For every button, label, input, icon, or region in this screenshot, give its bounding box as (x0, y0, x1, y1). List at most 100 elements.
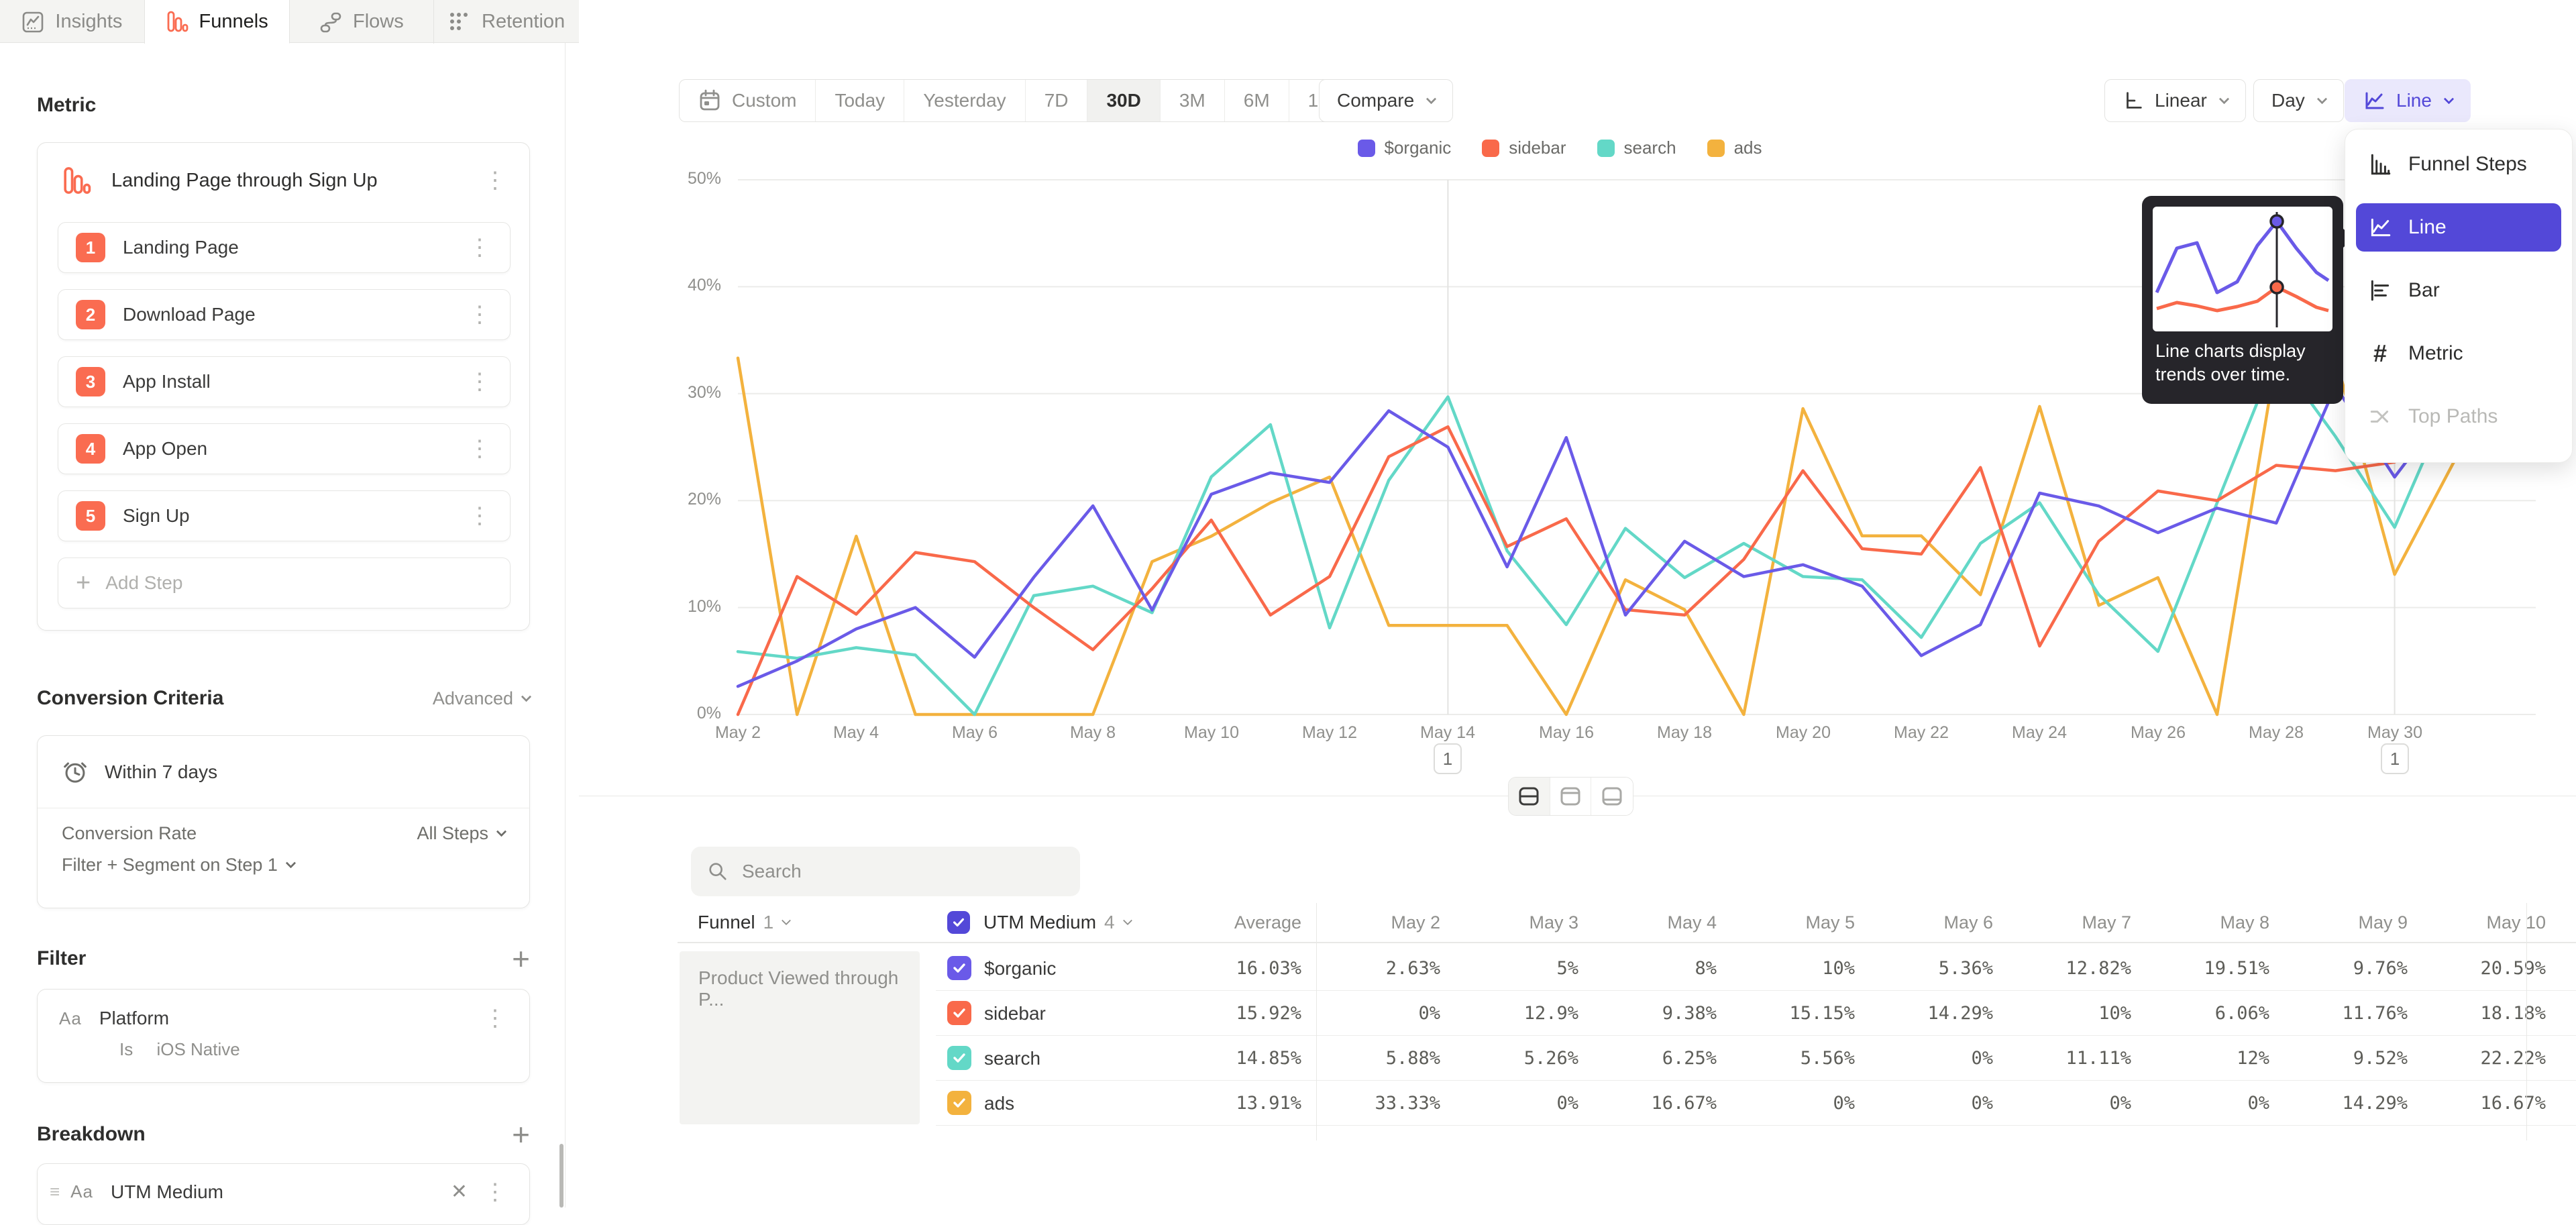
annotation-badge[interactable]: 1 (1434, 743, 1462, 774)
date-column-header[interactable]: May 2 (1302, 903, 1440, 942)
series-ads[interactable] (738, 358, 2454, 714)
funnel-column-header[interactable]: Funnel 1 (698, 903, 790, 942)
table-search[interactable] (691, 847, 1080, 896)
chart-only-view-button[interactable] (1550, 778, 1592, 815)
kebab-menu-icon[interactable]: ⋮ (464, 437, 495, 460)
advanced-dropdown[interactable]: Advanced (433, 688, 530, 709)
date-column-header[interactable]: May 5 (1717, 903, 1855, 942)
conversion-window-row[interactable]: Within 7 days (38, 736, 529, 808)
breakdown-property[interactable]: UTM Medium (111, 1181, 223, 1203)
granularity-dropdown[interactable]: Day (2253, 79, 2344, 122)
chevron-down-icon (2444, 93, 2455, 104)
filter-value[interactable]: iOS Native (156, 1039, 239, 1059)
view-layout-toggle (1508, 777, 1633, 816)
funnel-step[interactable]: 5 Sign Up ⋮ (58, 490, 511, 541)
add-step-button[interactable]: + Add Step (58, 557, 511, 608)
tab-label: Insights (55, 11, 122, 33)
chart-type-dropdown[interactable]: Line (2345, 79, 2471, 122)
funnel-step[interactable]: 4 App Open ⋮ (58, 423, 511, 474)
legend-item[interactable]: search (1597, 138, 1676, 158)
tab-retention[interactable]: Retention (434, 0, 579, 44)
sidebar-scrollbar[interactable] (559, 1144, 564, 1208)
table-row[interactable]: sidebar 15.92% 0%12.9%9.38%15.15%14.29%1… (936, 991, 2576, 1036)
range-option-today[interactable]: Today (816, 80, 904, 121)
cell-value: 5.26% (1440, 1036, 1578, 1081)
step-number-badge: 1 (76, 233, 105, 262)
date-column-header[interactable]: May 6 (1855, 903, 1993, 942)
tab-insights[interactable]: Insights (0, 0, 145, 44)
table-only-view-button[interactable] (1591, 778, 1633, 815)
range-option-3m[interactable]: 3M (1161, 80, 1225, 121)
kebab-menu-icon[interactable]: ⋮ (464, 370, 495, 393)
average-column-header: Average (1147, 903, 1301, 942)
filter-property[interactable]: Platform (99, 1008, 169, 1029)
series-organic[interactable] (738, 386, 2454, 687)
segment-column-header[interactable]: UTM Medium 4 (947, 903, 1131, 942)
tab-flows[interactable]: Flows (290, 0, 435, 44)
table-row[interactable]: $organic 16.03% 2.63%5%8%10%5.36%12.82%1… (936, 946, 2576, 991)
date-column-header[interactable]: May 9 (2269, 903, 2408, 942)
date-column-header[interactable]: May 3 (1440, 903, 1578, 942)
row-checkbox[interactable] (947, 956, 971, 980)
legend-item[interactable]: ads (1707, 138, 1762, 158)
date-column-header[interactable]: May 8 (2131, 903, 2269, 942)
compare-button[interactable]: Compare (1319, 79, 1453, 122)
menu-item-funnel-steps[interactable]: Funnel Steps (2356, 140, 2561, 189)
menu-item-bar[interactable]: Bar (2356, 266, 2561, 315)
funnel-group-cell[interactable]: Product Viewed through P... (680, 951, 920, 1124)
row-checkbox[interactable] (947, 1091, 971, 1115)
search-input[interactable] (742, 861, 1037, 882)
range-option-6m[interactable]: 6M (1225, 80, 1289, 121)
kebab-menu-icon[interactable]: ⋮ (480, 1007, 511, 1030)
split-view-button[interactable] (1509, 778, 1550, 815)
select-all-checkbox[interactable] (947, 911, 970, 934)
kebab-menu-icon[interactable]: ⋮ (464, 303, 495, 326)
cell-value: 5.88% (1302, 1036, 1440, 1081)
add-breakdown-button[interactable]: + (512, 1124, 530, 1144)
annotation-badge[interactable]: 1 (2381, 743, 2409, 774)
drag-handle-icon[interactable]: ≡ (50, 1181, 60, 1202)
range-option-yesterday[interactable]: Yesterday (904, 80, 1026, 121)
legend-item[interactable]: $organic (1358, 138, 1452, 158)
filter-segment-dropdown[interactable]: Filter + Segment on Step 1 (62, 855, 294, 875)
date-column-header[interactable]: May 4 (1578, 903, 1717, 942)
scale-dropdown[interactable]: Linear (2104, 79, 2246, 122)
conversion-rate-dropdown[interactable]: All Steps (417, 823, 505, 844)
kebab-menu-icon[interactable]: ⋮ (480, 169, 511, 192)
row-checkbox[interactable] (947, 1001, 971, 1025)
cell-value: 0% (1993, 1081, 2131, 1126)
add-filter-button[interactable]: + (512, 949, 530, 969)
date-range-group: Custom Today Yesterday 7D 30D 3M 6M 12M (679, 79, 1364, 122)
remove-breakdown-icon[interactable]: ✕ (451, 1180, 468, 1204)
table-row[interactable]: search 14.85% 5.88%5.26%6.25%5.56%0%11.1… (936, 1036, 2576, 1081)
cell-value: 5% (1440, 946, 1578, 991)
funnel-step[interactable]: 2 Download Page ⋮ (58, 289, 511, 340)
filter-operator[interactable]: Is (119, 1039, 133, 1059)
funnel-step[interactable]: 3 App Install ⋮ (58, 356, 511, 407)
series-search[interactable] (738, 355, 2454, 714)
date-column-header[interactable]: May 10 (2408, 903, 2546, 942)
add-step-label: Add Step (105, 572, 182, 594)
kebab-menu-icon[interactable]: ⋮ (464, 236, 495, 259)
cell-value: 12% (2131, 1036, 2269, 1081)
menu-item-line[interactable]: Line (2356, 203, 2561, 252)
range-option-30d[interactable]: 30D (1087, 80, 1160, 121)
tab-funnels[interactable]: Funnels (145, 0, 290, 44)
menu-item-top-paths[interactable]: Top Paths (2356, 392, 2561, 441)
x-axis-tick: May 2 (684, 723, 792, 743)
range-option-custom[interactable]: Custom (680, 80, 816, 121)
table-row[interactable]: ads 13.91% 33.33%0%16.67%0%0%0%0%14.29%1… (936, 1081, 2576, 1126)
row-checkbox[interactable] (947, 1046, 971, 1070)
date-column-header[interactable]: May 7 (1993, 903, 2131, 942)
funnels-icon (166, 10, 189, 33)
kebab-menu-icon[interactable]: ⋮ (480, 1181, 511, 1204)
legend-item[interactable]: sidebar (1482, 138, 1566, 158)
chevron-down-icon (1426, 93, 1437, 104)
range-option-7d[interactable]: 7D (1026, 80, 1088, 121)
advanced-label: Advanced (433, 688, 513, 709)
cell-value: 6.06% (2131, 991, 2269, 1036)
menu-item-metric[interactable]: # Metric (2356, 329, 2561, 378)
funnel-step[interactable]: 1 Landing Page ⋮ (58, 222, 511, 273)
kebab-menu-icon[interactable]: ⋮ (464, 504, 495, 527)
search-icon (707, 861, 729, 882)
